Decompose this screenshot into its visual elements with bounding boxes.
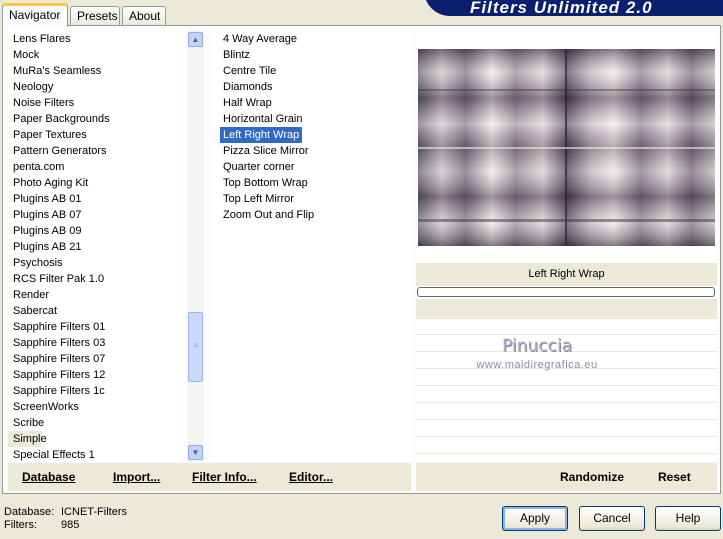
preview-texture [418,49,715,246]
filter-item[interactable]: 4 Way Average [220,31,300,47]
reset-button[interactable]: Reset [658,470,691,484]
category-item[interactable]: ScreenWorks [8,399,188,415]
category-item[interactable]: Photo Aging Kit [8,175,188,191]
tab-navigator[interactable]: Navigator [2,3,68,27]
category-item[interactable]: Paper Backgrounds [8,111,188,127]
category-item[interactable]: Sapphire Filters 12 [8,367,188,383]
filter-item[interactable]: Pizza Slice Mirror [220,143,312,159]
apply-button[interactable]: Apply [502,506,568,531]
category-item[interactable]: Sapphire Filters 01 [8,319,188,335]
progress-bar [417,287,715,297]
filter-info-label: Filter Info... [192,470,257,484]
database-label: Database [22,470,76,484]
filter-item[interactable]: Top Left Mirror [220,191,297,207]
tab-about[interactable]: About [122,6,166,26]
parameter-row [416,404,717,420]
import-label: Import... [113,470,161,484]
category-item[interactable]: Pattern Generators [8,143,188,159]
help-button[interactable]: Help [655,506,721,531]
database-status-label: Database: [4,506,55,518]
category-item[interactable]: Sapphire Filters 03 [8,335,188,351]
category-item[interactable]: Special Effects 1 [8,447,188,462]
category-item[interactable]: Plugins AB 01 [8,191,188,207]
filters-count-label: Filters: [4,519,37,531]
category-item[interactable]: penta.com [8,159,188,175]
filter-item[interactable]: Zoom Out and Flip [220,207,317,223]
category-scrollbar[interactable]: ▲ ≡ ▼ [187,30,204,462]
filter-list[interactable]: 4 Way Average Blintz Centre Tile Diamonds Ha… [212,29,411,462]
app-title: Filters Unlimited 2.0 [470,0,653,16]
right-action-bar: Randomize Reset [416,463,717,491]
category-item[interactable]: Simple [8,431,47,447]
filter-info-button[interactable]: Filter Info... [192,470,257,484]
category-item[interactable]: Sapphire Filters 07 [8,351,188,367]
category-item[interactable]: Psychosis [8,255,188,271]
watermark-url: www.maidiregrafica.eu [476,359,598,371]
parameter-row [416,421,717,437]
database-status-value: ICNET-Filters [61,506,127,518]
tab-presets[interactable]: Presets [70,6,120,26]
parameter-row [416,319,717,335]
category-item[interactable]: Sabercat [8,303,188,319]
preview-image[interactable] [418,49,715,246]
left-action-bar: Database Import... Filter Info... Editor… [8,463,411,491]
filter-item[interactable]: Quarter corner [220,159,298,175]
category-item[interactable]: Scribe [8,415,188,431]
category-item[interactable]: Plugins AB 07 [8,207,188,223]
filter-item[interactable]: Blintz [220,47,253,63]
filter-item[interactable]: Left Right Wrap [220,127,303,143]
category-item[interactable]: Mock [8,47,188,63]
editor-label: Editor... [289,470,334,484]
category-item[interactable]: Sapphire Filters 1c [8,383,188,399]
title-banner: Filters Unlimited 2.0 [424,0,723,16]
database-button[interactable]: Database [22,470,75,484]
category-item[interactable]: Noise Filters [8,95,188,111]
watermark-text: Pinuccia [502,336,572,356]
category-item[interactable]: MuRa's Seamless [8,63,188,79]
category-item[interactable]: Render [8,287,188,303]
preview-panel: Left Right Wrap Pinuccia www.maidiregraf… [416,29,717,462]
category-list[interactable]: Lens Flares Mock MuRa's Seamless Neology Noi… [8,29,205,462]
category-item[interactable]: Lens Flares [8,31,188,47]
randomize-button[interactable]: Randomize [560,470,624,484]
filters-count-value: 985 [61,519,80,531]
filter-item[interactable]: Horizontal Grain [220,111,305,127]
category-item[interactable]: Neology [8,79,188,95]
selected-filter-name: Left Right Wrap [416,263,717,286]
filter-items: 4 Way Average Blintz Centre Tile Diamonds Ha… [220,31,317,223]
filter-item[interactable]: Top Bottom Wrap [220,175,311,191]
category-item[interactable]: Plugins AB 09 [8,223,188,239]
parameter-row [416,387,717,403]
category-item[interactable]: Paper Textures [8,127,188,143]
filter-item[interactable]: Centre Tile [220,63,279,79]
cancel-button[interactable]: Cancel [579,506,645,531]
parameter-row [416,370,717,386]
category-item[interactable]: RCS Filter Pak 1.0 [8,271,188,287]
editor-button[interactable]: Editor... [289,470,333,484]
parameter-row [416,438,717,454]
parameter-area [416,299,717,319]
category-items: Lens Flares Mock MuRa's Seamless Neology Noi… [8,31,188,462]
category-item[interactable]: Plugins AB 21 [8,239,188,255]
status-info: Database: ICNET-Filters Filters: 985 [4,506,127,532]
scroll-thumb[interactable]: ≡ [188,312,203,382]
filter-item[interactable]: Diamonds [220,79,276,95]
scroll-up-button[interactable]: ▲ [188,32,203,47]
scroll-down-button[interactable]: ▼ [188,445,203,460]
import-button[interactable]: Import... [113,470,160,484]
filter-item[interactable]: Half Wrap [220,95,275,111]
